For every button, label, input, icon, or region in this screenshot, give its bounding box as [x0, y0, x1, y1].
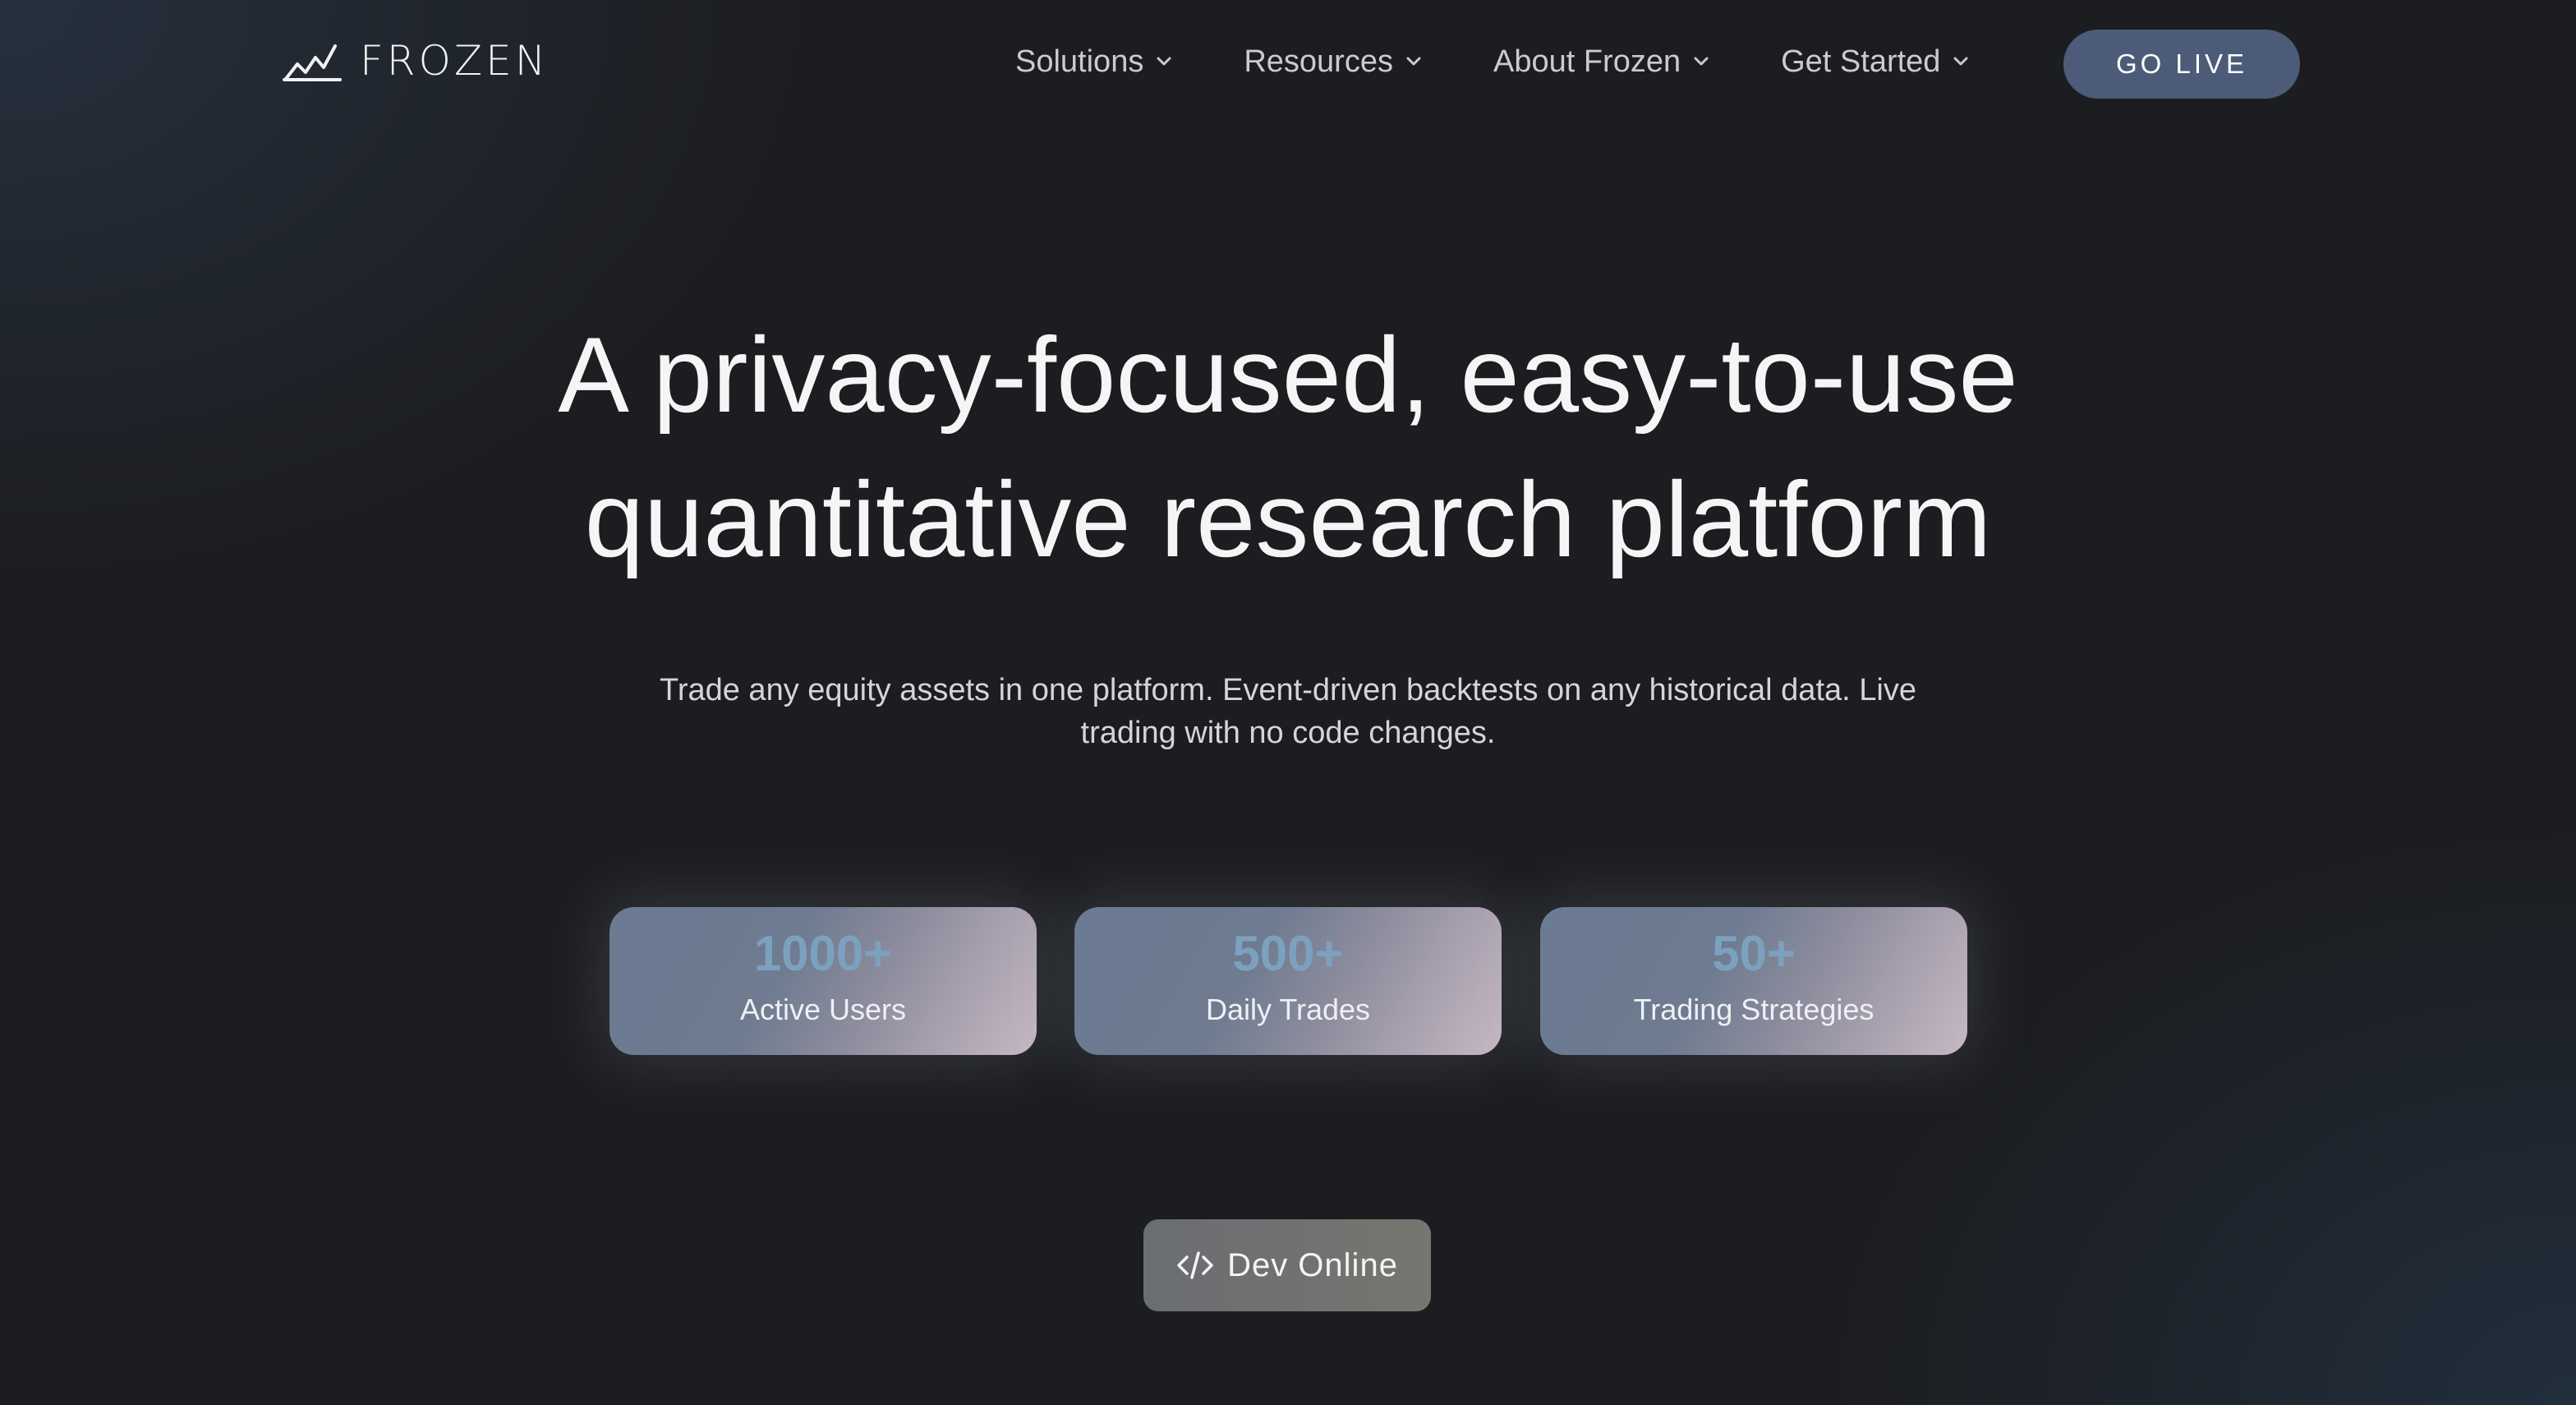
nav-item-solutions[interactable]: Solutions [1015, 44, 1175, 80]
hero-subtitle-line: trading with no code changes. [1080, 716, 1496, 750]
nav-item-label: About Frozen [1493, 44, 1681, 79]
nav-item-label: Get Started [1781, 44, 1941, 79]
dev-online-button[interactable]: Dev Online [1143, 1219, 1431, 1311]
chart-trend-icon [283, 39, 342, 82]
main-nav: Solutions Resources About Frozen Get Sta… [1015, 33, 1971, 90]
code-icon [1176, 1249, 1214, 1282]
nav-item-resources[interactable]: Resources [1244, 44, 1424, 80]
stat-card-daily-trades[interactable]: 500+ Daily Trades [1074, 907, 1502, 1055]
stat-value: 1000+ [753, 926, 893, 981]
hero-title-line: A privacy-focused, easy-to-use [558, 315, 2018, 435]
hero-title: A privacy-focused, easy-to-use quantitat… [0, 302, 2576, 592]
stat-label: Trading Strategies [1633, 993, 1874, 1026]
go-live-button[interactable]: GO LIVE [2063, 30, 2300, 99]
chevron-down-icon [1153, 51, 1175, 72]
site-header: FROZEN Solutions Resources About Frozen … [0, 0, 2576, 123]
chevron-down-icon [1403, 51, 1424, 72]
logo[interactable]: FROZEN [283, 36, 549, 85]
stat-card-active-users[interactable]: 1000+ Active Users [610, 907, 1037, 1055]
stat-value: 50+ [1712, 926, 1796, 981]
stat-label: Daily Trades [1205, 993, 1371, 1026]
nav-item-label: Solutions [1015, 44, 1144, 79]
nav-item-label: Resources [1244, 44, 1393, 79]
chevron-down-icon [1690, 51, 1712, 72]
logo-text: FROZEN [360, 37, 550, 85]
hero-subtitle: Trade any equity assets in one platform.… [0, 669, 2576, 754]
chevron-down-icon [1950, 51, 1971, 72]
stat-label: Active Users [739, 993, 907, 1026]
stat-card-trading-strategies[interactable]: 50+ Trading Strategies [1540, 907, 1967, 1055]
hero-subtitle-line: Trade any equity assets in one platform.… [660, 673, 1916, 707]
dev-online-label: Dev Online [1227, 1246, 1398, 1283]
hero-title-line: quantitative research platform [584, 459, 1992, 579]
stat-value: 500+ [1232, 926, 1344, 981]
nav-item-get-started[interactable]: Get Started [1781, 44, 1971, 80]
nav-item-about-frozen[interactable]: About Frozen [1493, 44, 1712, 80]
